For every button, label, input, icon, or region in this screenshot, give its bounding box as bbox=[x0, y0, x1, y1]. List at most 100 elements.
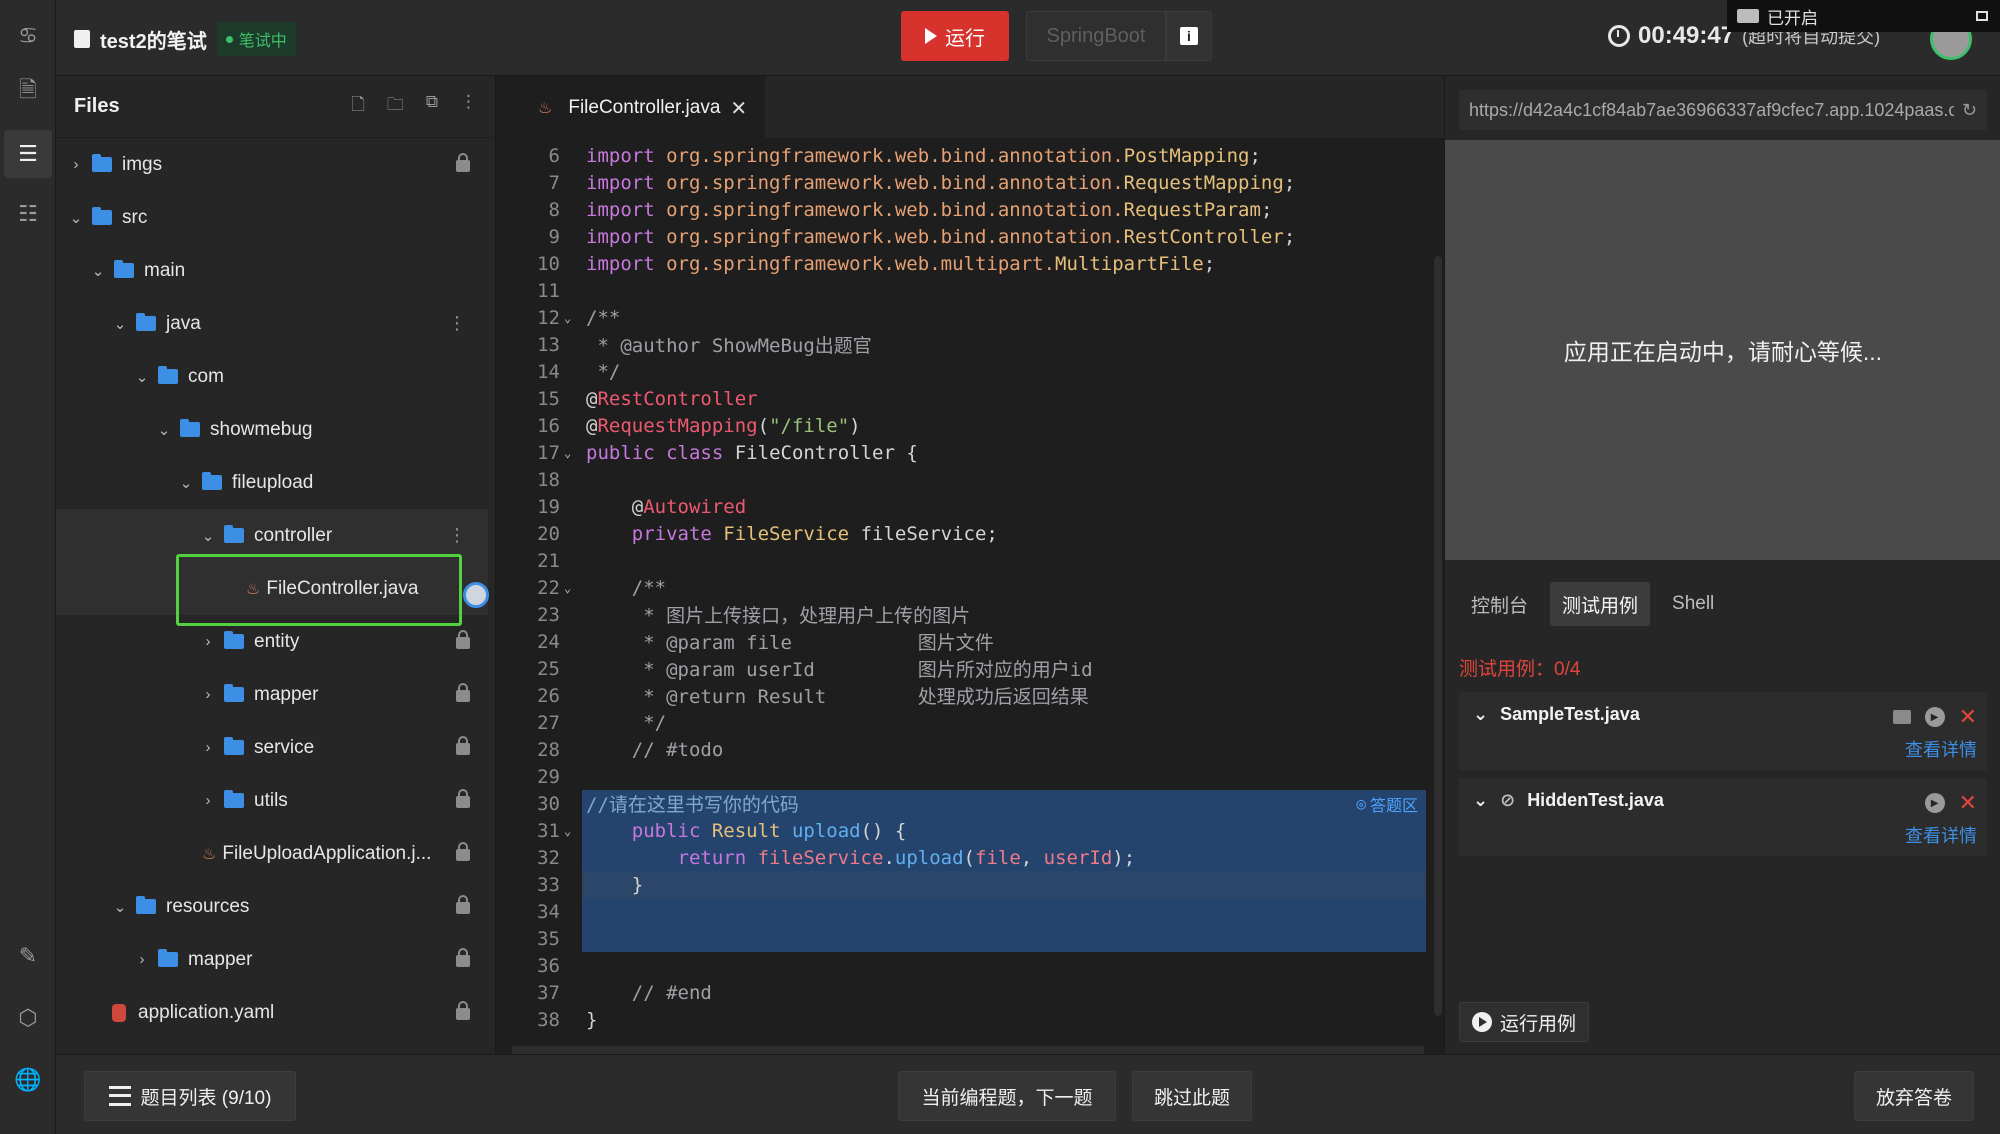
code-line[interactable]: 18 bbox=[512, 466, 1432, 493]
code-line[interactable]: 26 * @return Result 处理成功后返回结果 bbox=[512, 682, 1432, 709]
chevron-right-icon[interactable]: › bbox=[200, 686, 216, 703]
fold-chevron-icon[interactable]: ⌄ bbox=[564, 446, 576, 460]
tree-item[interactable]: ⌄ showmebug bbox=[56, 403, 488, 456]
editor-horizontal-scrollbar[interactable] bbox=[512, 1046, 1424, 1054]
code-line[interactable]: 6 import org.springframework.web.bind.ann… bbox=[512, 142, 1432, 169]
tree-item[interactable]: ⌄ fileupload bbox=[56, 456, 488, 509]
settings-hex-icon[interactable]: ⬡ bbox=[12, 1002, 44, 1034]
test-case-sample[interactable]: ⌄ SampleTest.java ▶ ✕ 查看详情 bbox=[1459, 692, 1987, 770]
file-tree-icon[interactable]: ☰ bbox=[4, 130, 52, 178]
view-output-icon[interactable] bbox=[1892, 710, 1911, 724]
tree-item[interactable]: ⌄ com bbox=[56, 350, 488, 403]
tree-item[interactable]: › mapper bbox=[56, 933, 488, 986]
notes-edit-icon[interactable]: ✎ bbox=[12, 940, 44, 972]
view-details-link[interactable]: 查看详情 bbox=[1905, 736, 1977, 762]
code-line[interactable]: 34 bbox=[512, 898, 1432, 925]
chevron-down-icon[interactable]: ⌄ bbox=[178, 474, 194, 492]
document-icon[interactable]: 🗎 bbox=[12, 76, 44, 108]
view-details-link[interactable]: 查看详情 bbox=[1905, 822, 1977, 848]
code-line[interactable]: 29 bbox=[512, 763, 1432, 790]
new-folder-icon[interactable]: 🗀 bbox=[387, 92, 404, 121]
code-line[interactable]: 14 */ bbox=[512, 358, 1432, 385]
code-line[interactable]: 17 ⌄ public class FileController { bbox=[512, 439, 1432, 466]
more-options-icon[interactable]: ⋮ bbox=[448, 313, 466, 334]
run-case-icon[interactable]: ▶ bbox=[1924, 707, 1945, 727]
chevron-down-icon[interactable]: ⌄ bbox=[1473, 790, 1488, 811]
code-line[interactable]: 19 @Autowired bbox=[512, 493, 1432, 520]
chevron-right-icon[interactable]: › bbox=[134, 951, 150, 968]
test-case-hidden[interactable]: ⌄ ⊘ HiddenTest.java ▶ ✕ 查看详情 bbox=[1459, 778, 1987, 856]
minimize-icon[interactable] bbox=[1976, 11, 1988, 21]
chevron-down-icon[interactable]: ⌄ bbox=[112, 898, 128, 916]
code-line[interactable]: 37 // #end bbox=[512, 979, 1432, 1006]
tree-item[interactable]: › mapper bbox=[56, 668, 488, 721]
tree-item[interactable]: › imgs bbox=[56, 138, 488, 191]
tree-item[interactable]: ♨ FileUploadApplication.j... bbox=[56, 827, 488, 880]
fold-chevron-icon[interactable]: ⌄ bbox=[564, 581, 576, 595]
collapse-all-icon[interactable]: ⧉ bbox=[426, 92, 438, 121]
preview-url-bar[interactable]: https://d42a4c1cf84ab7ae36966337af9cfec7… bbox=[1459, 90, 1987, 130]
tab-console[interactable]: 控制台 bbox=[1459, 582, 1540, 626]
code-line[interactable]: 38} bbox=[512, 1006, 1432, 1033]
chevron-down-icon[interactable]: ⌄ bbox=[90, 262, 106, 280]
code-line[interactable]: 16 @RequestMapping("/file") bbox=[512, 412, 1432, 439]
tree-item[interactable]: ⌄ resources bbox=[56, 880, 488, 933]
chevron-right-icon[interactable]: › bbox=[200, 633, 216, 650]
reload-icon[interactable]: ↻ bbox=[1953, 99, 1977, 121]
delete-case-icon[interactable]: ✕ bbox=[1959, 790, 1977, 816]
fold-chevron-icon[interactable]: ⌄ bbox=[564, 824, 576, 838]
next-question-button[interactable]: 当前编程题，下一题 bbox=[898, 1071, 1116, 1121]
chevron-down-icon[interactable]: ⌄ bbox=[200, 527, 216, 545]
more-options-icon[interactable]: ⋮ bbox=[460, 92, 477, 121]
give-up-button[interactable]: 放弃答卷 bbox=[1854, 1071, 1974, 1121]
tree-item[interactable]: ⌄ src bbox=[56, 191, 488, 244]
tree-item[interactable]: ⌄ main bbox=[56, 244, 488, 297]
collaborator-avatar[interactable] bbox=[463, 582, 489, 608]
code-line[interactable]: 21 bbox=[512, 547, 1432, 574]
checklist-icon[interactable]: ☷ bbox=[12, 198, 44, 230]
tab-test-cases[interactable]: 测试用例 bbox=[1550, 582, 1651, 626]
code-line[interactable]: 28 // #todo bbox=[512, 736, 1432, 763]
code-line[interactable]: 35 bbox=[512, 925, 1432, 952]
more-options-icon[interactable]: ⋮ bbox=[448, 525, 466, 546]
fold-chevron-icon[interactable]: ⌄ bbox=[564, 311, 576, 325]
code-line[interactable]: 7 import org.springframework.web.bind.ann… bbox=[512, 169, 1432, 196]
code-line[interactable]: 27 */ bbox=[512, 709, 1432, 736]
code-line[interactable]: 23 * 图片上传接口，处理用户上传的图片 bbox=[512, 601, 1432, 628]
chevron-down-icon[interactable]: ⌄ bbox=[1473, 704, 1488, 725]
code-area[interactable]: 6 import org.springframework.web.bind.ann… bbox=[512, 138, 1444, 1054]
code-line[interactable]: 9 import org.springframework.web.bind.ann… bbox=[512, 223, 1432, 250]
editor-vertical-scrollbar[interactable] bbox=[1434, 256, 1442, 1016]
new-file-icon[interactable]: 🗋 bbox=[351, 92, 365, 121]
run-button[interactable]: 运行 bbox=[901, 11, 1009, 61]
code-line[interactable]: 8 import org.springframework.web.bind.ann… bbox=[512, 196, 1432, 223]
code-line[interactable]: 13 * @author ShowMeBug出题官 bbox=[512, 331, 1432, 358]
code-line[interactable]: 12 ⌄ /** bbox=[512, 304, 1432, 331]
code-line[interactable]: 30 //请在这里书写你的代码 ◎ 答题区 bbox=[512, 790, 1432, 817]
globe-icon[interactable]: 🌐 bbox=[12, 1064, 44, 1096]
info-button[interactable]: i bbox=[1166, 11, 1212, 61]
code-line[interactable]: 33 } bbox=[512, 871, 1432, 898]
delete-case-icon[interactable]: ✕ bbox=[1959, 704, 1977, 730]
code-line[interactable]: 15 @RestController bbox=[512, 385, 1432, 412]
skip-question-button[interactable]: 跳过此题 bbox=[1132, 1071, 1252, 1121]
framework-select[interactable]: SpringBoot bbox=[1026, 11, 1166, 61]
chevron-down-icon[interactable]: ⌄ bbox=[134, 368, 150, 386]
code-editor[interactable]: ♨ FileController.java ✕ 6 import org.spri… bbox=[512, 76, 1444, 1054]
tree-item[interactable]: application.yaml bbox=[56, 986, 488, 1039]
tree-item[interactable]: ⌄ java ⋮ bbox=[56, 297, 488, 350]
code-line[interactable]: 32 return fileService.upload(file, userI… bbox=[512, 844, 1432, 871]
chevron-down-icon[interactable]: ⌄ bbox=[156, 421, 172, 439]
run-test-cases-button[interactable]: 运行用例 bbox=[1459, 1002, 1590, 1042]
app-logo-icon[interactable]: ♋ bbox=[12, 20, 44, 52]
chevron-right-icon[interactable]: › bbox=[200, 792, 216, 809]
question-list-button[interactable]: 题目列表 (9/10) bbox=[84, 1071, 296, 1121]
code-line[interactable]: 36 bbox=[512, 952, 1432, 979]
code-line[interactable]: 10 import org.springframework.web.multipa… bbox=[512, 250, 1432, 277]
tab-shell[interactable]: Shell bbox=[1660, 582, 1726, 626]
code-line[interactable]: 25 * @param userId 图片所对应的用户id bbox=[512, 655, 1432, 682]
code-line[interactable]: 20 private FileService fileService; bbox=[512, 520, 1432, 547]
chevron-right-icon[interactable]: › bbox=[68, 156, 84, 173]
close-tab-icon[interactable]: ✕ bbox=[730, 96, 747, 121]
tab-filecontroller[interactable]: ♨ FileController.java ✕ bbox=[512, 76, 766, 138]
